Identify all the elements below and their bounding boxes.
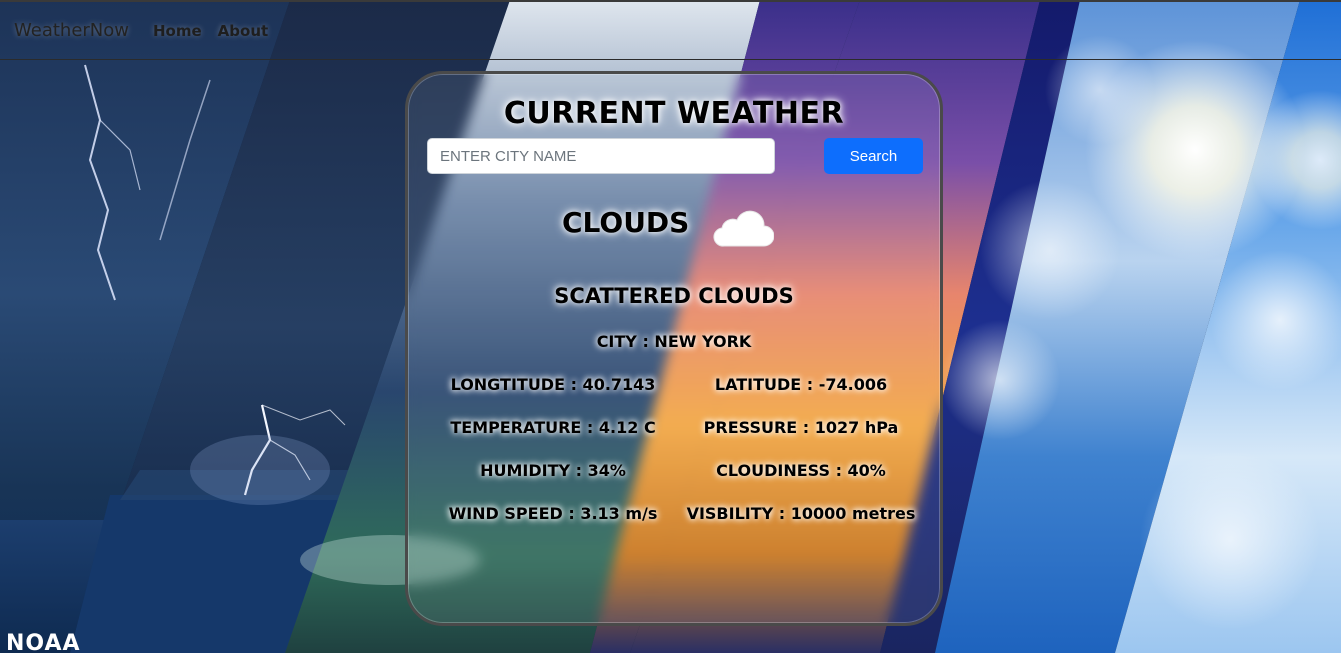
wind-speed-label: WIND SPEED : 3.13 m/s (448, 504, 658, 523)
visibility-label: VISBILITY : 10000 metres (686, 504, 916, 523)
page: WeatherNow Home About CURRENT WEATHER Se… (0, 0, 1341, 653)
longitude-label: LONGTITUDE : 40.7143 (450, 375, 656, 394)
navbar: WeatherNow Home About (0, 0, 1341, 60)
brand-logo[interactable]: WeatherNow (14, 20, 129, 41)
nav-link-about[interactable]: About (218, 22, 269, 40)
card-title: CURRENT WEATHER (503, 96, 845, 131)
weather-card: CURRENT WEATHER Search CLOUDS SCATTERED … (405, 71, 943, 626)
humidity-label: HUMIDITY : 34% (480, 461, 626, 480)
condition-row: CLOUDS (408, 202, 940, 252)
condition-main: CLOUDS (562, 206, 690, 239)
temperature-label: TEMPERATURE : 4.12 C (450, 418, 656, 437)
latitude-label: LATITUDE : -74.006 (714, 375, 888, 394)
city-search-input[interactable] (427, 138, 775, 174)
noaa-watermark: NOAA (6, 631, 81, 653)
cloud-icon (713, 210, 774, 247)
condition-description: SCATTERED CLOUDS (554, 284, 794, 308)
nav-link-home[interactable]: Home (153, 22, 202, 40)
cloudiness-label: CLOUDINESS : 40% (716, 461, 886, 480)
city-label: CITY : NEW YORK (596, 332, 752, 351)
pressure-label: PRESSURE : 1027 hPa (703, 418, 899, 437)
search-button[interactable]: Search (824, 138, 923, 174)
